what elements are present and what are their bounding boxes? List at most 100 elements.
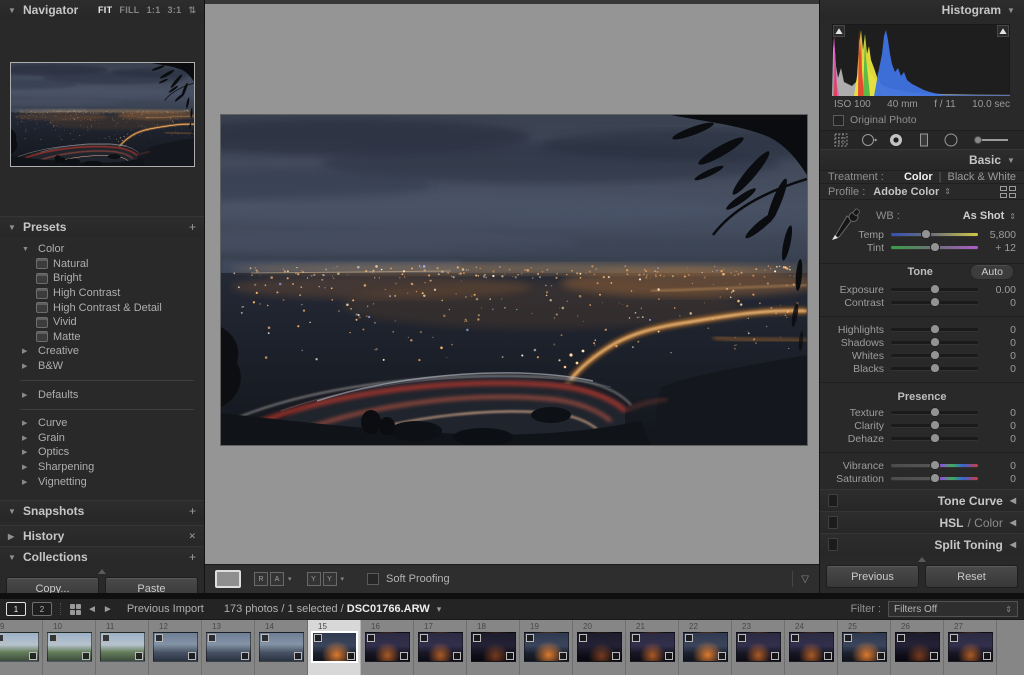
adjustment-badge-icon[interactable]	[771, 652, 779, 660]
filmstrip-cell[interactable]: 10	[43, 620, 96, 675]
preset-item-vivid[interactable]: Vivid	[0, 315, 204, 330]
preset-group-creative[interactable]: ▶Creative	[0, 344, 204, 359]
adjustment-brush-tool-icon[interactable]	[970, 131, 1012, 149]
filmstrip-thumbnail[interactable]	[683, 632, 728, 662]
adjustment-badge-icon[interactable]	[718, 652, 726, 660]
adjustment-badge-icon[interactable]	[29, 652, 37, 660]
original-photo-checkbox[interactable]	[833, 115, 844, 126]
preset-item-high-contrast-detail[interactable]: High Contrast & Detail	[0, 300, 204, 315]
filmstrip-source[interactable]: Previous Import	[127, 603, 204, 615]
crop-badge-icon[interactable]	[208, 634, 216, 642]
clear-history-icon[interactable]: ✕	[188, 531, 196, 542]
slider-value[interactable]: 0	[978, 460, 1016, 472]
adjustment-badge-icon[interactable]	[135, 652, 143, 660]
zoom-option-3-1[interactable]: 3:1	[168, 5, 182, 15]
slider-knob[interactable]	[930, 473, 940, 483]
slider-knob[interactable]	[930, 420, 940, 430]
chevron-down-icon[interactable]: ⇕	[944, 187, 951, 196]
grid-view-icon[interactable]	[70, 604, 81, 615]
red-eye-correction-tool-icon[interactable]	[887, 131, 905, 149]
crop-badge-icon[interactable]	[526, 634, 534, 642]
crop-badge-icon[interactable]	[49, 634, 57, 642]
slider-value[interactable]: 0	[978, 350, 1016, 362]
crop-badge-icon[interactable]	[685, 634, 693, 642]
filter-dropdown[interactable]: Filters Off ⇕	[888, 601, 1018, 617]
filmstrip-cell[interactable]: 9	[0, 620, 43, 675]
slider-value[interactable]: 0	[978, 324, 1016, 336]
slider-value[interactable]: 0	[978, 433, 1016, 445]
adjustment-badge-icon[interactable]	[188, 652, 196, 660]
crop-badge-icon[interactable]	[155, 634, 163, 642]
preset-item-natural[interactable]: Natural	[0, 257, 204, 272]
filmstrip-thumbnail[interactable]	[524, 632, 569, 662]
filmstrip-cell[interactable]: 13	[202, 620, 255, 675]
slider-track-contrast[interactable]	[891, 301, 978, 304]
filmstrip-cell[interactable]: 27	[944, 620, 997, 675]
filmstrip-thumbnail[interactable]	[895, 632, 940, 662]
presets-panel-header[interactable]: ▼ Presets +	[0, 216, 204, 237]
filmstrip-thumbnail[interactable]	[736, 632, 781, 662]
filmstrip-cell[interactable]: 26	[891, 620, 944, 675]
slider-track-highlights[interactable]	[891, 328, 978, 331]
navigator-panel-header[interactable]: ▼ Navigator FITFILL1:13:1⇅	[0, 0, 204, 20]
slider-track-vibrance[interactable]	[891, 464, 978, 467]
next-photo-arrow-icon[interactable]: ►	[103, 604, 113, 615]
main-photo[interactable]	[221, 115, 807, 445]
chevron-down-icon[interactable]: ⇕	[1009, 212, 1016, 221]
slider-track-blacks[interactable]	[891, 367, 978, 370]
before-after-r-icon[interactable]: R	[254, 572, 268, 586]
graduated-filter-tool-icon[interactable]	[915, 131, 933, 149]
add-collection-icon[interactable]: +	[189, 550, 196, 564]
slider-knob[interactable]	[930, 324, 940, 334]
preset-group-b-w[interactable]: ▶B&W	[0, 359, 204, 374]
filmstrip-thumbnail[interactable]	[630, 632, 675, 662]
slider-value[interactable]: 0	[978, 407, 1016, 419]
adjustment-badge-icon[interactable]	[559, 652, 567, 660]
slider-track-tint[interactable]	[891, 246, 978, 249]
collections-panel-header[interactable]: ▼ Collections +	[0, 546, 204, 567]
filmstrip-cell[interactable]: 25	[838, 620, 891, 675]
slider-track-saturation[interactable]	[891, 477, 978, 480]
crop-badge-icon[interactable]	[420, 634, 428, 642]
wb-value[interactable]: As Shot	[963, 210, 1005, 222]
preset-group-sharpening[interactable]: ▶Sharpening	[0, 460, 204, 475]
slider-knob[interactable]	[930, 337, 940, 347]
slider-value[interactable]: 0	[978, 363, 1016, 375]
filmstrip-thumbnail[interactable]	[365, 632, 410, 662]
slider-knob[interactable]	[921, 229, 931, 239]
panel-toggle-switch[interactable]	[828, 494, 838, 507]
filmstrip-cell[interactable]: 23	[732, 620, 785, 675]
filmstrip-thumbnail[interactable]	[948, 632, 993, 662]
treatment-option-black-white[interactable]: Black & White	[948, 171, 1016, 183]
filmstrip-thumbnail[interactable]	[47, 632, 92, 662]
slider-knob[interactable]	[930, 284, 940, 294]
crop-overlay-tool-icon[interactable]	[832, 131, 850, 149]
adjustment-badge-icon[interactable]	[82, 652, 90, 660]
filmstrip-cell[interactable]: 14	[255, 620, 308, 675]
slider-value[interactable]: + 12	[978, 242, 1016, 254]
filmstrip-cell[interactable]: 18	[467, 620, 520, 675]
filmstrip-cell[interactable]: 17	[414, 620, 467, 675]
filmstrip-thumbnail[interactable]	[0, 632, 39, 662]
filmstrip-thumbnail[interactable]	[206, 632, 251, 662]
adjustment-badge-icon[interactable]	[241, 652, 249, 660]
swap-icon[interactable]: ⇅	[188, 5, 196, 16]
adjustment-badge-icon[interactable]	[665, 652, 673, 660]
preset-item-bright[interactable]: Bright	[0, 271, 204, 286]
panel-toggle-switch[interactable]	[828, 538, 838, 551]
filmstrip-thumbnail[interactable]	[842, 632, 887, 662]
filmstrip-thumbnail[interactable]	[312, 632, 357, 662]
adjustment-badge-icon[interactable]	[983, 652, 991, 660]
crop-badge-icon[interactable]	[473, 634, 481, 642]
crop-badge-icon[interactable]	[0, 634, 4, 642]
panel-toggle-switch[interactable]	[828, 516, 838, 529]
before-after-y2-icon[interactable]: Y	[323, 572, 337, 586]
primary-monitor-button[interactable]: 1	[6, 602, 26, 616]
before-after-leftright-control[interactable]: R A ▾	[254, 572, 294, 586]
slider-track-clarity[interactable]	[891, 424, 978, 427]
white-balance-eyedropper-icon[interactable]	[830, 208, 860, 242]
filmstrip-thumbnail[interactable]	[418, 632, 463, 662]
history-panel-header[interactable]: ▶ History ✕	[0, 525, 204, 546]
adjustment-badge-icon[interactable]	[453, 652, 461, 660]
auto-tone-button[interactable]: Auto	[970, 264, 1014, 280]
